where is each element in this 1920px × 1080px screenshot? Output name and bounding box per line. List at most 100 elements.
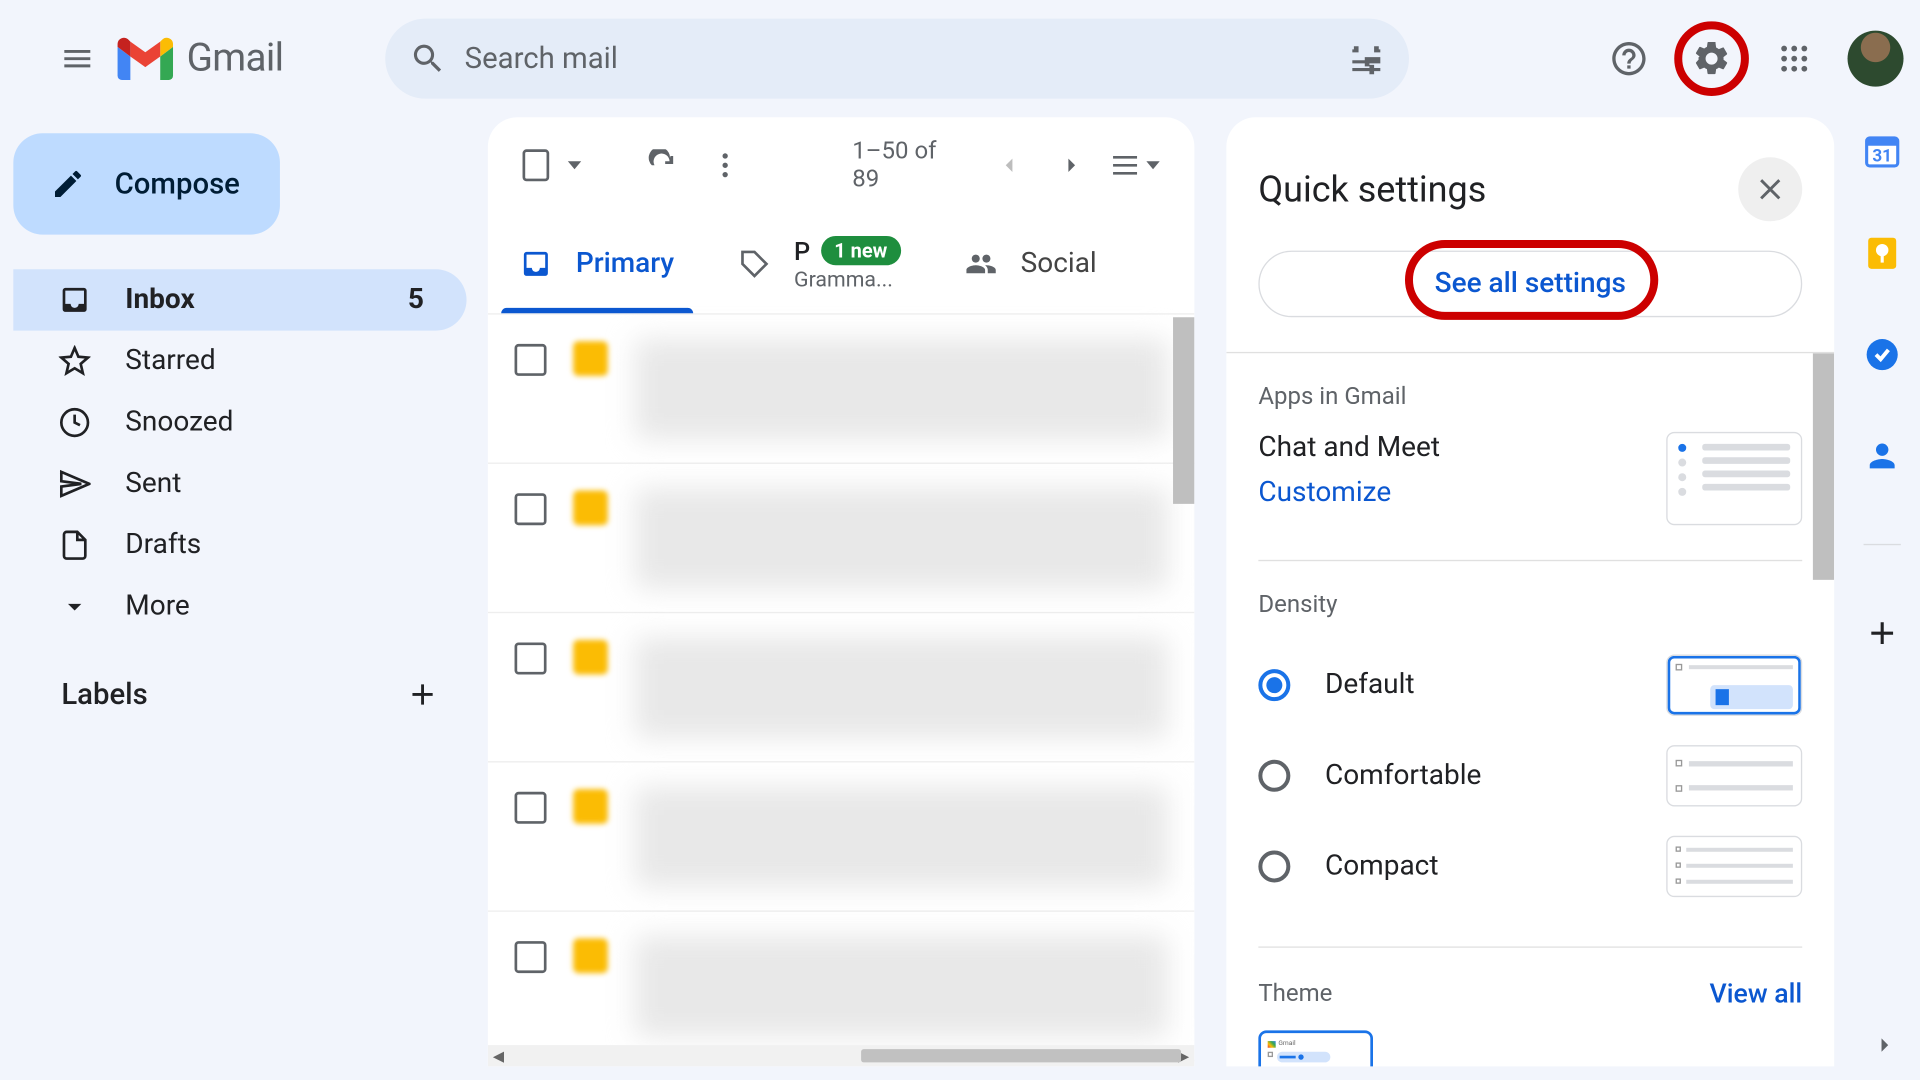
inbox-tab-icon — [520, 247, 552, 279]
row-star[interactable] — [573, 491, 608, 526]
density-comfortable-preview — [1666, 745, 1802, 806]
search-input[interactable] — [465, 42, 1347, 75]
density-compact-label: Compact — [1325, 850, 1438, 882]
refresh-button[interactable] — [637, 133, 689, 197]
density-compact-preview — [1666, 836, 1802, 897]
chat-meet-preview — [1666, 432, 1802, 525]
theme-thumbnail[interactable]: Gmail — [1258, 1030, 1373, 1066]
rail-separator — [1864, 544, 1901, 545]
nav-inbox[interactable]: Inbox 5 — [13, 269, 466, 330]
main-menu-button[interactable] — [45, 27, 109, 91]
theme-label: Theme — [1258, 979, 1332, 1007]
mail-panel: 1–50 of 89 Primary P1 new Gramma... Soci… — [488, 117, 1194, 1066]
add-app-button[interactable] — [1864, 615, 1901, 652]
nav-sent[interactable]: Sent — [13, 453, 466, 514]
nav-more[interactable]: More — [13, 576, 466, 637]
keep-app-icon[interactable] — [1864, 235, 1901, 272]
calendar-app-icon[interactable]: 31 — [1864, 133, 1901, 170]
support-button[interactable] — [1597, 27, 1661, 91]
split-pane-button[interactable] — [1108, 133, 1160, 197]
density-compact-option[interactable]: Compact — [1258, 821, 1802, 912]
help-icon — [1609, 39, 1649, 79]
horizontal-scrollbar[interactable]: ◀ ▶ — [488, 1045, 1194, 1066]
tab-primary[interactable]: Primary — [488, 213, 706, 313]
radio-unchecked-icon — [1258, 850, 1290, 882]
density-comfortable-option[interactable]: Comfortable — [1258, 730, 1802, 821]
hscroll-left[interactable]: ◀ — [488, 1045, 509, 1066]
row-checkbox[interactable] — [515, 792, 547, 824]
row-content — [635, 488, 1168, 589]
google-apps-button[interactable] — [1762, 27, 1826, 91]
row-content — [635, 786, 1168, 887]
row-star[interactable] — [573, 938, 608, 973]
chevron-left-icon — [996, 152, 1023, 179]
next-page-button[interactable] — [1046, 133, 1098, 197]
qs-scrollbar-thumb[interactable] — [1813, 353, 1834, 580]
row-checkbox[interactable] — [515, 493, 547, 525]
message-row[interactable] — [488, 762, 1194, 911]
nav-more-label: More — [125, 591, 189, 623]
nav-starred[interactable]: Starred — [13, 331, 466, 392]
hamburger-icon — [60, 41, 95, 76]
settings-button[interactable] — [1674, 21, 1749, 96]
density-default-option[interactable]: Default — [1258, 640, 1802, 731]
tab-promo-letter: P — [794, 235, 810, 266]
close-icon — [1753, 172, 1788, 207]
page-range: 1–50 of 89 — [852, 137, 946, 193]
more-vert-icon — [709, 149, 741, 181]
vertical-scrollbar-thumb[interactable] — [1173, 317, 1194, 504]
nav-snoozed[interactable]: Snoozed — [13, 392, 466, 453]
see-all-settings-label: See all settings — [1435, 268, 1626, 300]
select-dropdown[interactable] — [568, 161, 581, 169]
theme-view-all-link[interactable]: View all — [1710, 977, 1803, 1009]
message-row[interactable] — [488, 464, 1194, 613]
select-all-checkbox[interactable] — [523, 149, 550, 181]
chevron-right-icon — [1872, 1032, 1899, 1059]
tasks-app-icon[interactable] — [1864, 336, 1901, 373]
hscroll-thumb[interactable] — [861, 1049, 1181, 1062]
tab-social[interactable]: Social — [933, 213, 1129, 313]
customize-link[interactable]: Customize — [1258, 477, 1391, 509]
svg-text:31: 31 — [1872, 146, 1892, 166]
row-checkbox[interactable] — [515, 344, 547, 376]
account-avatar[interactable] — [1848, 31, 1904, 87]
search-bar[interactable] — [385, 19, 1409, 99]
more-actions-button[interactable] — [699, 133, 751, 197]
people-icon — [965, 247, 997, 279]
contacts-app-icon[interactable] — [1864, 437, 1901, 474]
row-star[interactable] — [573, 640, 608, 675]
message-list — [488, 315, 1194, 1061]
chevron-right-icon — [1058, 152, 1085, 179]
compose-button[interactable]: Compose — [13, 133, 280, 234]
row-star[interactable] — [573, 789, 608, 824]
tab-social-label: Social — [1021, 247, 1097, 279]
refresh-icon — [647, 149, 679, 181]
row-checkbox[interactable] — [515, 643, 547, 675]
row-checkbox[interactable] — [515, 941, 547, 973]
message-row[interactable] — [488, 912, 1194, 1061]
message-row[interactable] — [488, 613, 1194, 762]
nav-drafts[interactable]: Drafts — [13, 515, 466, 576]
nav-inbox-label: Inbox — [125, 284, 194, 316]
row-star[interactable] — [573, 341, 608, 376]
nav-sent-label: Sent — [125, 468, 181, 500]
close-quick-settings-button[interactable] — [1738, 157, 1802, 221]
see-all-settings-button[interactable]: See all settings — [1258, 251, 1802, 318]
labels-header: Labels — [61, 678, 147, 711]
star-icon — [59, 345, 91, 377]
row-content — [635, 637, 1168, 738]
quick-settings-title: Quick settings — [1258, 168, 1486, 211]
message-row[interactable] — [488, 315, 1194, 464]
view-icon — [1109, 149, 1141, 181]
tab-promotions[interactable]: P1 new Gramma... — [706, 213, 933, 313]
apps-in-gmail-label: Apps in Gmail — [1258, 383, 1802, 411]
side-panel-toggle[interactable] — [1858, 1018, 1911, 1071]
inbox-icon — [59, 284, 91, 316]
nav-snoozed-label: Snoozed — [125, 407, 233, 439]
add-label-button[interactable] — [405, 677, 440, 712]
density-comfortable-label: Comfortable — [1325, 760, 1481, 792]
search-options-icon[interactable] — [1347, 40, 1384, 77]
prev-page-button[interactable] — [984, 133, 1036, 197]
gmail-logo[interactable]: Gmail — [117, 36, 283, 81]
tag-icon — [738, 247, 770, 279]
